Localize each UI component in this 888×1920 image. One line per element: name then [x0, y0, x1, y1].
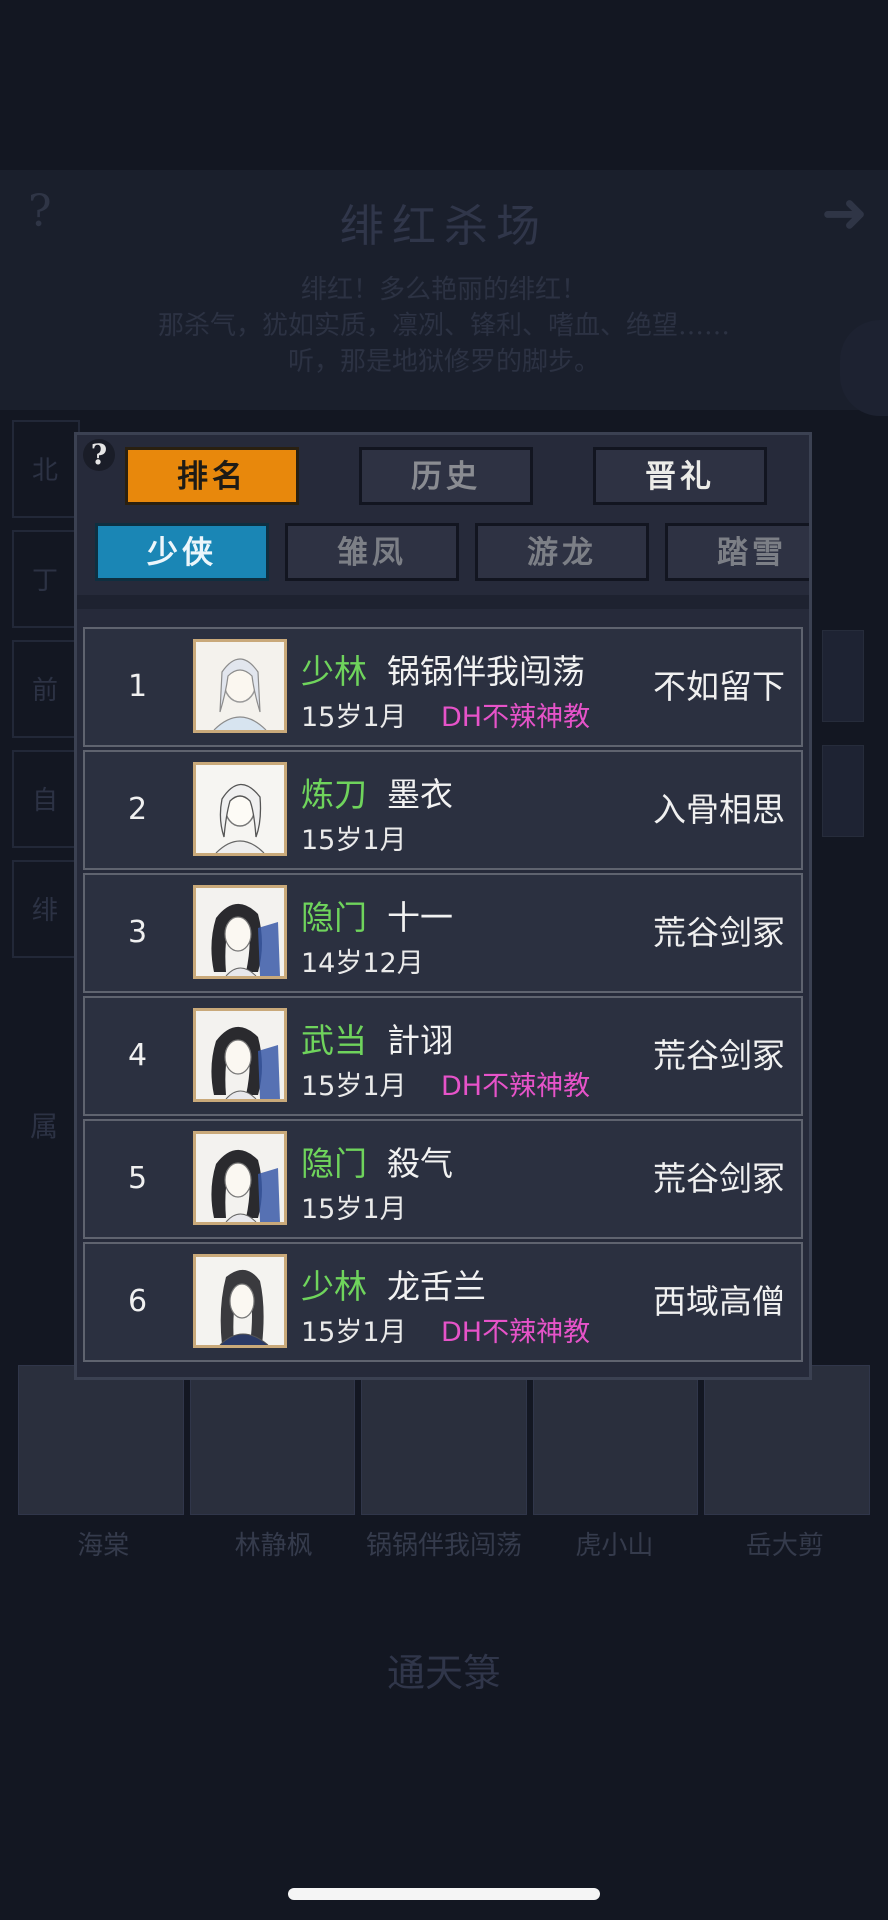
portrait-name: 虎小山: [575, 1531, 654, 1561]
tab-chufeng[interactable]: 雏凤: [285, 523, 459, 581]
avatar[interactable]: [193, 1254, 287, 1348]
avatar[interactable]: [193, 1131, 287, 1225]
attr-label: 属: [30, 1110, 59, 1143]
rank-number: 6: [127, 1284, 148, 1319]
ranking-row[interactable]: 2 炼刀 墨衣 15岁1月 入骨相思: [83, 750, 803, 870]
portrait[interactable]: [18, 1365, 184, 1515]
sub-tab-bar: 少侠 雏凤 游龙 踏雪: [77, 523, 809, 583]
portrait-names: 海棠 林静枫 锅锅伴我闯荡 虎小山 岳大剪: [18, 1525, 870, 1562]
tab-taxue[interactable]: 踏雪: [665, 523, 809, 581]
player-title: 西域高僧: [653, 1282, 785, 1321]
tab-shaoxia[interactable]: 少侠: [95, 523, 269, 581]
rank-number: 1: [127, 669, 148, 704]
tongtian-button[interactable]: 通天箓: [268, 1640, 620, 1706]
tab-promotion[interactable]: 晋礼: [593, 447, 767, 505]
portrait-name: 海棠: [77, 1531, 130, 1561]
ranking-row[interactable]: 5 隐门 殺气 15岁1月 荒谷剑冢: [83, 1119, 803, 1239]
player-title: 荒谷剑冢: [653, 1159, 785, 1198]
side-card: [822, 745, 864, 837]
portrait-name: 岳大剪: [745, 1531, 824, 1561]
avatar[interactable]: [193, 762, 287, 856]
portrait-name: 锅锅伴我闯荡: [366, 1531, 523, 1561]
sect-name: 隐门: [301, 1144, 367, 1183]
tab-youlong[interactable]: 游龙: [475, 523, 649, 581]
rank-number: 3: [127, 915, 148, 950]
page-description: 绯红！多么艳丽的绯红！ 那杀气，犹如实质，凛冽、锋利、嗜血、绝望…… 听，那是地…: [157, 275, 730, 377]
ranking-dialog: ? 排名 历史 晋礼 少侠 雏凤 游龙 踏雪 1 少林 锅锅伴我闯荡 15岁1月…: [74, 432, 812, 1380]
portrait-name: 林静枫: [234, 1531, 313, 1561]
player-name: 锅锅伴我闯荡: [387, 652, 585, 691]
ranking-row[interactable]: 4 武当 計诩 15岁1月 DH不辣神教 荒谷剑冢: [83, 996, 803, 1116]
sect-name: 武当: [301, 1021, 367, 1060]
sect-name: 少林: [301, 1267, 367, 1306]
player-age: 15岁1月: [301, 1071, 407, 1102]
rank-number: 2: [127, 792, 148, 827]
player-age: 15岁1月: [301, 1194, 407, 1225]
player-age: 15岁1月: [301, 1317, 407, 1348]
player-name: 龙舌兰: [387, 1267, 486, 1306]
portrait-strip: [18, 1365, 870, 1515]
ranking-list: 1 少林 锅锅伴我闯荡 15岁1月 DH不辣神教 不如留下 2 炼刀 墨衣 15…: [83, 627, 803, 1365]
player-title: 荒谷剑冢: [653, 1036, 785, 1075]
sect-name: 少林: [301, 652, 367, 691]
portrait[interactable]: [704, 1365, 870, 1515]
avatar[interactable]: [193, 639, 287, 733]
sect-name: 隐门: [301, 898, 367, 937]
player-title: 入骨相思: [653, 790, 785, 829]
portrait[interactable]: [532, 1365, 699, 1515]
player-name: 殺气: [387, 1144, 453, 1183]
side-button[interactable]: 绯: [12, 860, 80, 958]
player-title: 不如留下: [653, 667, 785, 706]
portrait[interactable]: [361, 1365, 527, 1515]
tab-history[interactable]: 历史: [359, 447, 533, 505]
guild-name: DH不辣神教: [441, 1071, 591, 1102]
main-tab-bar: 排名 历史 晋礼: [77, 447, 809, 507]
side-card: [822, 630, 864, 722]
player-name: 十一: [387, 898, 453, 937]
player-age: 15岁1月: [301, 825, 407, 856]
rank-number: 4: [127, 1038, 148, 1073]
ranking-row[interactable]: 3 隐门 十一 14岁12月 荒谷剑冢: [83, 873, 803, 993]
player-name: 墨衣: [387, 775, 453, 814]
ranking-row[interactable]: 6 少林 龙舌兰 15岁1月 DH不辣神教 西域高僧: [83, 1242, 803, 1362]
side-button[interactable]: 前: [12, 640, 80, 738]
rank-number: 5: [127, 1161, 148, 1196]
player-age: 14岁12月: [301, 948, 424, 979]
divider: [77, 595, 809, 609]
side-button[interactable]: 北: [12, 420, 80, 518]
avatar[interactable]: [193, 885, 287, 979]
page-title: 绯红杀场: [340, 201, 548, 252]
avatar[interactable]: [193, 1008, 287, 1102]
portrait[interactable]: [189, 1365, 356, 1515]
sect-name: 炼刀: [301, 775, 367, 814]
player-name: 計诩: [387, 1021, 453, 1060]
side-button[interactable]: 自: [12, 750, 80, 848]
guild-name: DH不辣神教: [441, 702, 591, 733]
tab-ranking[interactable]: 排名: [125, 447, 299, 505]
side-button[interactable]: 丁: [12, 530, 80, 628]
guild-name: DH不辣神教: [441, 1317, 591, 1348]
ranking-row[interactable]: 1 少林 锅锅伴我闯荡 15岁1月 DH不辣神教 不如留下: [83, 627, 803, 747]
player-title: 荒谷剑冢: [653, 913, 785, 952]
home-indicator[interactable]: [288, 1888, 600, 1900]
player-age: 15岁1月: [301, 702, 407, 733]
